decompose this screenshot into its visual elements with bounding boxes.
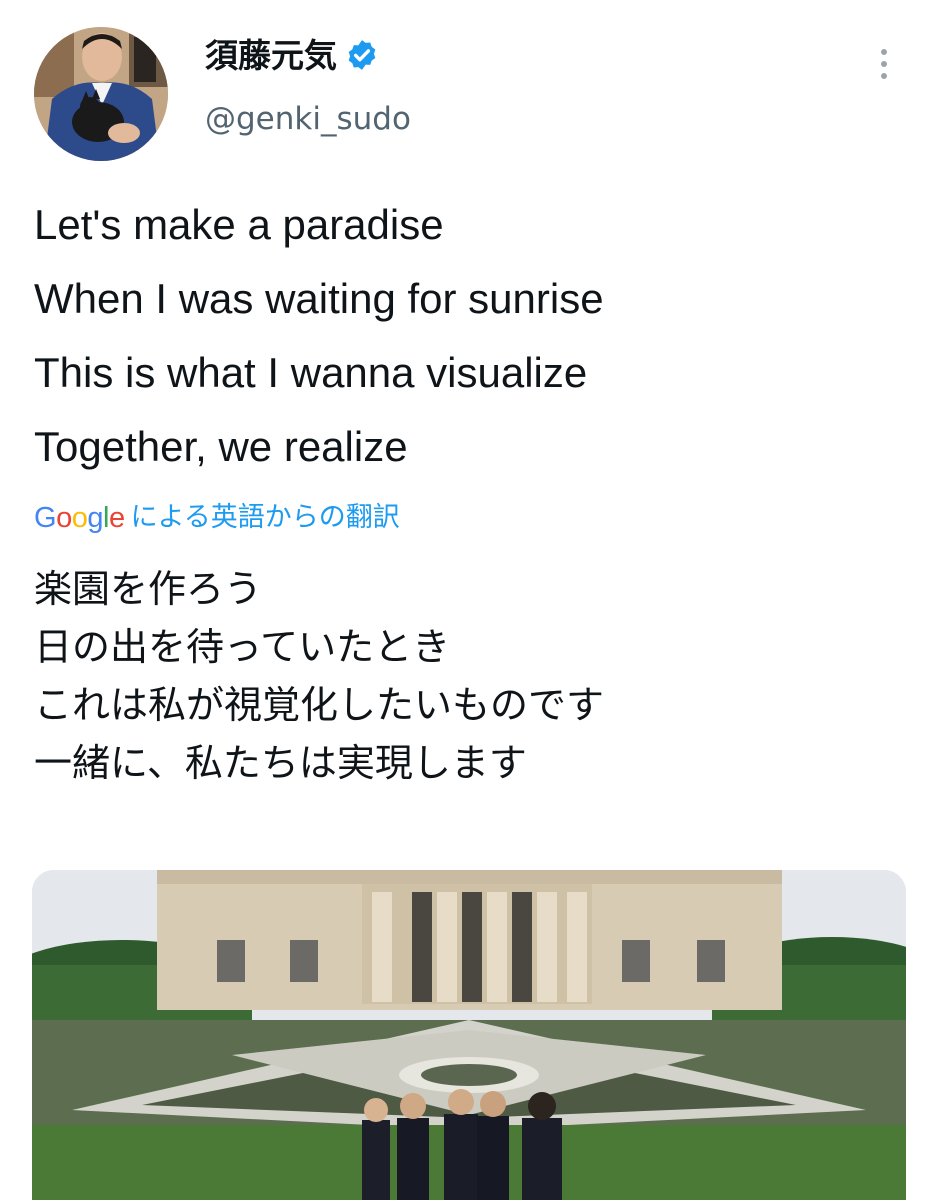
video-thumbnail-icon: [32, 870, 906, 1200]
translated-line: これは私が視覚化したいものです: [34, 683, 605, 727]
user-handle[interactable]: @genki_sudo: [205, 104, 411, 135]
tweet-line: Together, we realize: [34, 423, 408, 470]
translated-line: 一緒に、私たちは実現します: [34, 741, 527, 785]
avatar[interactable]: [34, 27, 168, 161]
display-name[interactable]: 須藤元気: [205, 38, 379, 72]
tweet-line: Let's make a paradise: [34, 201, 444, 248]
translation-label: による英語からの翻訳: [130, 502, 400, 533]
translated-line: 日の出を待っていたとき: [34, 625, 451, 669]
translated-text: 楽園を作ろう 日の出を待っていたとき これは私が視覚化したいものです 一緒に、私…: [34, 560, 604, 792]
verified-badge-icon: [348, 40, 376, 70]
tweet-line: This is what I wanna visualize: [34, 349, 588, 396]
more-options-icon[interactable]: [864, 42, 904, 86]
google-logo: Google: [34, 502, 125, 534]
translation-attribution[interactable]: Google による英語からの翻訳: [34, 500, 400, 536]
profile-photo-icon: [34, 27, 168, 161]
tweet-text: Let's make a paradise When I was waiting…: [34, 188, 604, 484]
translated-line: 楽園を作ろう: [34, 567, 263, 611]
tweet-line: When I was waiting for sunrise: [34, 275, 604, 322]
display-name-text: 須藤元気: [205, 35, 337, 75]
media-video[interactable]: [32, 870, 906, 1200]
